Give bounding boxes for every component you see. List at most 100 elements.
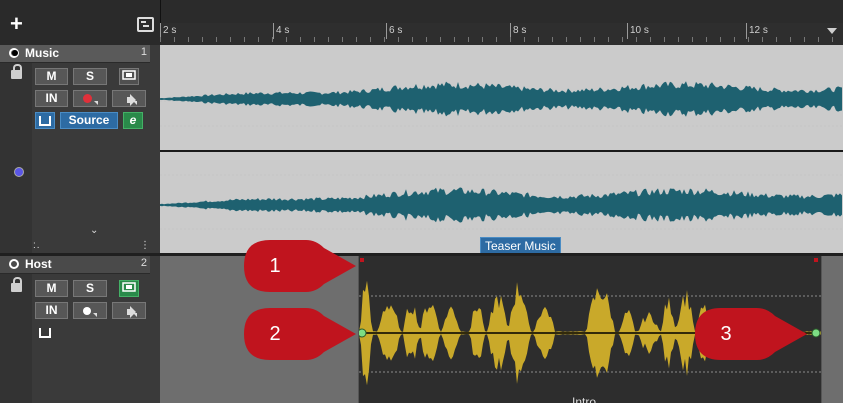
ruler-label: 4 s: [276, 25, 290, 36]
mute-button[interactable]: M: [35, 68, 68, 85]
chevron-down-icon[interactable]: [827, 28, 837, 34]
monitor-button[interactable]: [112, 302, 146, 319]
ruler-minor-tick: [314, 37, 315, 42]
solo-button[interactable]: S: [73, 68, 107, 85]
callout-number: 3: [720, 323, 732, 345]
ruler-minor-tick: [258, 37, 259, 42]
ruler-minor-tick: [342, 37, 343, 42]
ruler-minor-tick: [496, 37, 497, 42]
ruler-minor-tick: [804, 37, 805, 42]
callout-marker: 1: [244, 240, 356, 292]
ruler-minor-tick: [370, 37, 371, 42]
lock-icon[interactable]: [11, 64, 22, 79]
track-number: 2: [140, 257, 147, 269]
ruler-minor-tick: [384, 37, 385, 42]
time-ruler[interactable]: 2 s 4 s 6 s 8 s 10 s 12 s: [160, 23, 843, 46]
record-enable-button[interactable]: [73, 302, 107, 319]
ruler-minor-tick: [272, 37, 273, 42]
track-number: 1: [140, 46, 147, 58]
ruler-minor-tick: [160, 37, 161, 42]
ruler-minor-tick: [356, 37, 357, 42]
ruler-minor-tick: [636, 37, 637, 42]
ruler-minor-tick: [188, 37, 189, 42]
record-icon: [83, 307, 91, 315]
ruler-minor-tick: [762, 37, 763, 42]
ruler-minor-tick: [734, 37, 735, 42]
fade-out-handle[interactable]: [814, 258, 818, 262]
ruler-label: 8 s: [513, 25, 527, 36]
envelope-button[interactable]: [35, 112, 55, 129]
ruler-label: 12 s: [749, 25, 768, 36]
callout-marker: 2: [244, 308, 356, 360]
ruler-minor-tick: [678, 37, 679, 42]
speaker-icon: [127, 97, 131, 103]
chevron-down-icon[interactable]: ⌄: [90, 225, 99, 236]
clip-name-label[interactable]: Intro: [572, 395, 596, 403]
ruler-minor-tick: [216, 37, 217, 42]
music-track-header[interactable]: Music 1: [0, 45, 150, 63]
monitor-button[interactable]: [112, 90, 146, 107]
ruler-minor-tick: [580, 37, 581, 42]
ruler-minor-tick: [552, 37, 553, 42]
ruler-minor-tick: [174, 37, 175, 42]
ruler-minor-tick: [440, 37, 441, 42]
ruler-label: 6 s: [389, 25, 403, 36]
envelope-button[interactable]: [35, 324, 55, 341]
input-monitor-button[interactable]: IN: [35, 90, 68, 107]
callout-number: 1: [269, 255, 281, 277]
ruler-minor-tick: [300, 37, 301, 42]
ruler-minor-tick: [482, 37, 483, 42]
ruler-minor-tick: [426, 37, 427, 42]
ruler-minor-tick: [230, 37, 231, 42]
ruler-minor-tick: [692, 37, 693, 42]
ruler-minor-tick: [748, 37, 749, 42]
envelope-icon: [39, 116, 51, 126]
record-icon: [82, 94, 92, 103]
track-color-indicator[interactable]: [14, 167, 24, 177]
record-enable-button[interactable]: [73, 90, 107, 107]
track-type-icon: [9, 48, 19, 58]
ruler-minor-tick: [706, 37, 707, 42]
music-waveform: [160, 81, 843, 230]
ruler-minor-tick: [594, 37, 595, 42]
ruler-minor-tick: [286, 37, 287, 42]
lock-icon[interactable]: [11, 277, 22, 292]
host-track-header[interactable]: Host 2: [0, 256, 150, 274]
track-layout-icon[interactable]: [137, 17, 154, 32]
panel-splitter[interactable]: [150, 45, 160, 403]
ruler-label: 2 s: [163, 25, 177, 36]
music-clip[interactable]: [160, 45, 843, 256]
input-monitor-button[interactable]: IN: [35, 302, 68, 319]
ruler-minor-tick: [524, 37, 525, 42]
ruler-label: 10 s: [630, 25, 649, 36]
ruler-minor-tick: [650, 37, 651, 42]
track-type-icon: [9, 259, 19, 269]
callout-marker: 3: [695, 308, 807, 360]
solo-button[interactable]: S: [73, 280, 107, 297]
ruler-minor-tick: [622, 37, 623, 42]
bypass-icon[interactable]: [119, 280, 139, 297]
ruler-minor-tick: [566, 37, 567, 42]
resize-handle-icon[interactable]: :.: [33, 240, 41, 251]
ruler-minor-tick: [538, 37, 539, 42]
ruler-minor-tick: [202, 37, 203, 42]
ruler-minor-tick: [244, 37, 245, 42]
source-button[interactable]: Source: [60, 112, 118, 129]
ruler-minor-tick: [790, 37, 791, 42]
ruler-minor-tick: [832, 37, 833, 42]
ruler-minor-tick: [412, 37, 413, 42]
ruler-minor-tick: [398, 37, 399, 42]
track-name: Host: [25, 257, 52, 271]
ruler-minor-tick: [454, 37, 455, 42]
mute-button[interactable]: M: [35, 280, 68, 297]
speaker-icon: [127, 309, 131, 315]
ruler-minor-tick: [720, 37, 721, 42]
envelope-icon: [39, 328, 51, 338]
bypass-icon[interactable]: [119, 68, 139, 85]
ruler-minor-tick: [664, 37, 665, 42]
callout-number: 2: [269, 323, 281, 345]
ruler-minor-tick: [608, 37, 609, 42]
edit-button[interactable]: e: [123, 112, 143, 129]
add-track-button[interactable]: +: [10, 13, 23, 35]
ruler-minor-tick: [818, 37, 819, 42]
